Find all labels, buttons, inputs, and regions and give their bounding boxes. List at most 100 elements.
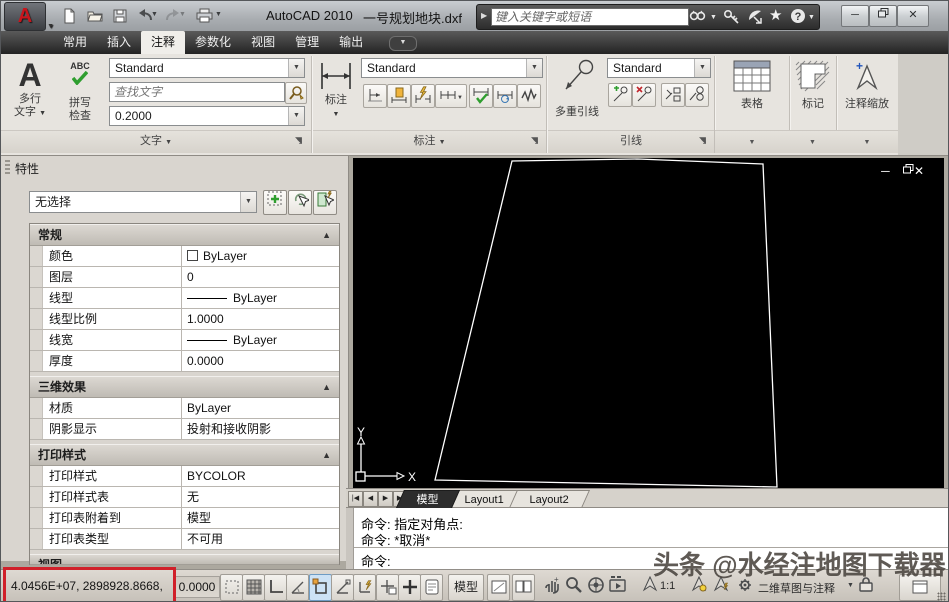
- favorites-star-icon[interactable]: ★: [769, 6, 782, 24]
- quick-select-button[interactable]: [313, 190, 337, 215]
- search-input[interactable]: [491, 8, 689, 26]
- search-icon[interactable]: [689, 8, 707, 27]
- palette-section-header[interactable]: 常规 ▲: [30, 224, 339, 246]
- property-row[interactable]: 图层 0: [30, 267, 339, 288]
- qat-customize-dropdown-icon[interactable]: ▼: [215, 11, 222, 18]
- close-button[interactable]: ✕: [897, 5, 929, 27]
- palette-section-header[interactable]: 三维效果 ▲: [30, 376, 339, 398]
- drawing-canvas[interactable]: ─ ✕ Y X: [353, 158, 944, 488]
- property-value[interactable]: 投射和接收阴影: [182, 419, 339, 439]
- dim-linear-button[interactable]: [363, 84, 387, 108]
- find-text-input[interactable]: [110, 83, 284, 101]
- infocenter-expand-icon[interactable]: ▶: [481, 11, 487, 20]
- doc-close-button[interactable]: ✕: [914, 164, 934, 178]
- show-motion-button[interactable]: [609, 576, 627, 595]
- dim-inspect-button[interactable]: [517, 84, 541, 108]
- leader-dialog-launcher-icon[interactable]: ◥ ↘: [699, 134, 711, 146]
- prev-tab-button[interactable]: ◀: [363, 491, 378, 507]
- polar-toggle-button[interactable]: [286, 574, 309, 601]
- property-value[interactable]: ByLayer: [182, 288, 339, 308]
- markup-button[interactable]: 标记: [790, 57, 836, 128]
- leader-panel-title[interactable]: 引线: [548, 130, 714, 153]
- property-row[interactable]: 打印样式 BYCOLOR: [30, 466, 339, 487]
- open-file-button[interactable]: [84, 6, 106, 26]
- collapse-icon[interactable]: ▲: [322, 377, 331, 397]
- dim-check-button[interactable]: [469, 84, 493, 108]
- quick-view-drawings-button[interactable]: [512, 574, 535, 601]
- property-row[interactable]: 线宽 ByLayer: [30, 330, 339, 351]
- property-value[interactable]: 模型: [182, 508, 339, 528]
- property-value[interactable]: 0: [182, 267, 339, 287]
- palette-grip[interactable]: [5, 160, 10, 174]
- find-text-go-button[interactable]: [285, 82, 307, 104]
- doc-restore-button[interactable]: [900, 164, 914, 178]
- property-value[interactable]: ByLayer: [182, 246, 339, 266]
- doc-minimize-button[interactable]: ─: [881, 164, 900, 178]
- application-menu-button[interactable]: A ▼: [4, 2, 54, 31]
- property-row[interactable]: 打印样式表无: [30, 487, 339, 508]
- mleader-remove-button[interactable]: [632, 83, 656, 107]
- plot-button[interactable]: [193, 6, 215, 26]
- minimize-button[interactable]: ─: [841, 5, 869, 27]
- mleader-align-button[interactable]: [661, 83, 685, 107]
- restore-button[interactable]: [869, 5, 897, 27]
- dim-style-combo[interactable]: Standard ▼: [361, 58, 543, 78]
- property-row[interactable]: 打印表附着到 模型: [30, 508, 339, 529]
- property-value[interactable]: 无: [182, 487, 339, 507]
- select-objects-button[interactable]: [288, 190, 312, 215]
- property-value[interactable]: 1.0000: [182, 309, 339, 329]
- annotation-scale-button[interactable]: + 注释缩放: [839, 57, 895, 128]
- text-height-combo[interactable]: 0.2000 ▼: [109, 106, 305, 126]
- find-text-field[interactable]: [109, 82, 285, 102]
- zoom-button[interactable]: [565, 576, 583, 597]
- resize-grip[interactable]: [937, 592, 946, 601]
- toggle-pickadd-button[interactable]: [263, 190, 287, 215]
- property-value[interactable]: ByLayer: [182, 330, 339, 350]
- mleader-style-combo[interactable]: Standard ▼: [607, 58, 711, 78]
- quick-view-layouts-button[interactable]: [487, 574, 510, 601]
- model-space-button[interactable]: 模型: [448, 574, 484, 601]
- property-value[interactable]: BYCOLOR: [182, 466, 339, 486]
- search-dropdown-icon[interactable]: ▼: [710, 14, 717, 21]
- layout-tab-1[interactable]: 模型: [395, 490, 461, 508]
- otrack-toggle-button[interactable]: [331, 574, 354, 601]
- dim-update-button[interactable]: [493, 84, 517, 108]
- osnap-toggle-button[interactable]: [309, 574, 332, 601]
- ribbon-minimize-button[interactable]: ▼: [389, 36, 417, 51]
- mleader-add-button[interactable]: [608, 83, 632, 107]
- collapse-icon[interactable]: ▲: [322, 225, 331, 245]
- ribbon-tab-6[interactable]: 管理: [285, 31, 329, 54]
- dyn-toggle-button[interactable]: [376, 574, 399, 601]
- next-tab-button[interactable]: ▶: [378, 491, 393, 507]
- workspace-label[interactable]: 二维草图与注释: [758, 580, 835, 596]
- ribbon-tab-1[interactable]: 常用: [53, 31, 97, 54]
- selection-combo[interactable]: 无选择 ▼: [29, 191, 257, 213]
- property-row[interactable]: 线型比例 1.0000: [30, 309, 339, 330]
- ribbon-tab-7[interactable]: 输出: [329, 31, 373, 54]
- property-value[interactable]: ByLayer: [182, 398, 339, 418]
- property-row[interactable]: 阴影显示 投射和接收阴影: [30, 419, 339, 440]
- redo-dropdown-icon[interactable]: ▼: [179, 11, 186, 18]
- help-icon[interactable]: ?: [790, 8, 807, 28]
- dim-text-edit-button[interactable]: [387, 84, 411, 108]
- text-panel-title[interactable]: 文字 ▼: [1, 130, 311, 153]
- subscription-key-icon[interactable]: [723, 8, 740, 28]
- steering-wheel-button[interactable]: [587, 576, 605, 597]
- help-dropdown-icon[interactable]: ▼: [808, 14, 815, 21]
- text-dialog-launcher-icon[interactable]: ◥ ↘: [295, 134, 307, 146]
- snap-toggle-button[interactable]: [220, 574, 243, 601]
- new-file-button[interactable]: [58, 6, 80, 26]
- property-row[interactable]: 线型 ByLayer: [30, 288, 339, 309]
- annoscale-panel-expand[interactable]: ▼: [836, 130, 898, 153]
- collapse-icon[interactable]: ▲: [322, 445, 331, 465]
- palette-section-header[interactable]: 打印样式 ▲: [30, 444, 339, 466]
- ortho-toggle-button[interactable]: [264, 574, 287, 601]
- multileader-button[interactable]: 多重引线: [551, 57, 603, 128]
- property-value[interactable]: 0.0000: [182, 351, 339, 371]
- dim-break-button[interactable]: [411, 84, 435, 108]
- ducs-toggle-button[interactable]: [353, 574, 376, 601]
- dimension-button[interactable]: 标注 ▼: [315, 57, 357, 128]
- undo-dropdown-icon[interactable]: ▼: [151, 11, 158, 18]
- table-panel-expand[interactable]: ▼: [715, 130, 789, 153]
- text-style-combo[interactable]: Standard ▼: [109, 58, 305, 78]
